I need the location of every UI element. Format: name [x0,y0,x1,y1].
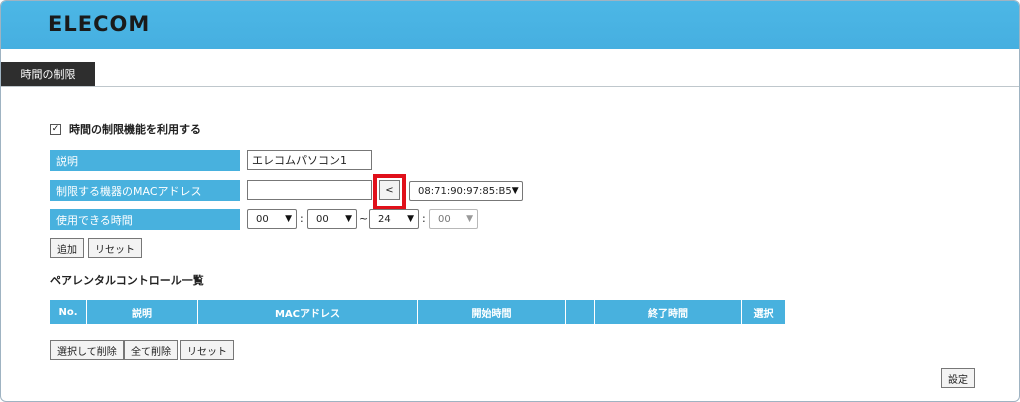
enable-row: ✓ 時間の制限機能を利用する [50,121,201,137]
chevron-down-icon: ▼ [407,214,414,224]
description-label: 説明 [50,150,240,171]
delete-selected-button[interactable]: 選択して削除 [50,340,124,360]
col-no: No. [50,300,87,324]
chevron-down-icon: ▼ [285,214,292,224]
col-select: 選択 [742,300,786,324]
list-reset-button[interactable]: リセット [180,340,234,360]
time-colon: : [422,212,426,225]
start-hour-value: 00 [256,213,269,225]
mac-address-input[interactable] [247,180,372,200]
end-hour-value: 24 [378,213,391,225]
col-description: 説明 [87,300,198,324]
mac-address-label: 制限する機器のMACアドレス [50,180,240,201]
time-tilde: ~ [359,212,369,225]
description-input[interactable]: エレコムパソコン1 [247,150,372,170]
col-mac-address: MACアドレス [198,300,418,324]
elecom-logo: ELECOM [48,12,151,36]
mac-device-select-value: 08:71:90:97:85:B5 [418,185,512,197]
enable-label: 時間の制限機能を利用する [69,123,201,136]
usable-time-label: 使用できる時間 [50,209,240,230]
chevron-down-icon: ▼ [466,214,473,224]
col-end-time: 終了時間 [595,300,742,324]
delete-all-button[interactable]: 全て削除 [124,340,178,360]
apply-button[interactable]: 設定 [941,368,975,388]
tab-time-limit[interactable]: 時間の制限 [1,62,95,86]
end-minute-value: 00 [438,213,451,225]
highlight-box [373,174,406,210]
chevron-down-icon: ▼ [345,214,352,224]
tab-divider [1,86,1019,87]
col-blank [566,300,595,324]
enable-checkbox[interactable]: ✓ [50,123,61,135]
mac-device-select[interactable]: 08:71:90:97:85:B5 ▼ [409,181,523,201]
header-banner: ELECOM [1,1,1019,49]
time-colon: : [300,212,304,225]
start-hour-select[interactable]: 00 ▼ [247,209,297,229]
end-minute-select[interactable]: 00 ▼ [429,209,478,229]
start-minute-select[interactable]: 00 ▼ [307,209,357,229]
parental-control-table-header: No. 説明 MACアドレス 開始時間 終了時間 選択 [50,300,786,324]
start-minute-value: 00 [316,213,329,225]
parental-control-list-title: ペアレンタルコントロール一覧 [50,274,204,287]
app-frame: ELECOM 時間の制限 ✓ 時間の制限機能を利用する 説明 エレコムパソコン1… [0,0,1020,402]
form-reset-button[interactable]: リセット [88,238,142,258]
add-button[interactable]: 追加 [50,238,84,258]
col-start-time: 開始時間 [418,300,566,324]
end-hour-select[interactable]: 24 ▼ [369,209,419,229]
chevron-down-icon: ▼ [511,186,519,196]
